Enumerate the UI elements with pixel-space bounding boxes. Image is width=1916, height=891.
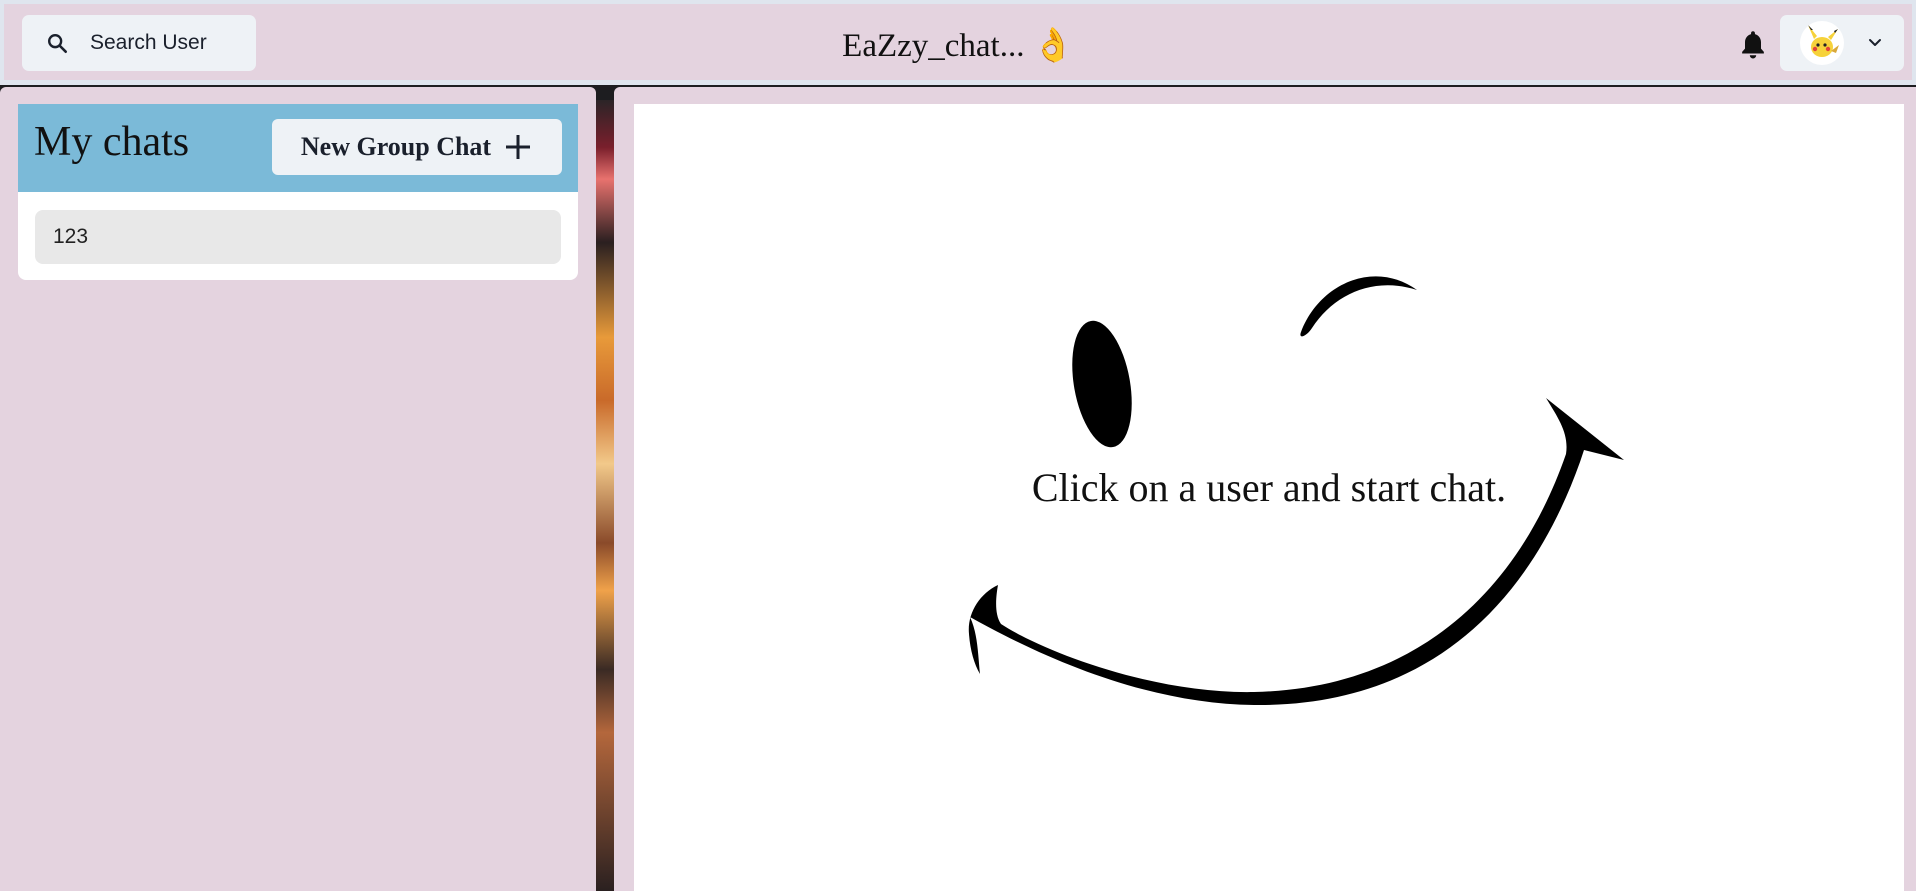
- chat-list: 123: [18, 192, 578, 280]
- empty-chat-message: Click on a user and start chat.: [1031, 465, 1507, 510]
- my-chats-header: My chats New Group Chat: [18, 104, 578, 192]
- my-chats-title: My chats: [34, 119, 190, 165]
- profile-menu-button[interactable]: [1780, 15, 1904, 71]
- my-chats-panel: My chats New Group Chat 123: [0, 87, 596, 891]
- chat-panel: Click on a user and start chat.: [614, 87, 1916, 891]
- chat-name: 123: [53, 225, 89, 248]
- bell-icon[interactable]: [1739, 29, 1767, 61]
- app-title: EaZzy_chat... 👌: [842, 28, 1074, 64]
- new-group-chat-button[interactable]: New Group Chat: [272, 119, 562, 175]
- chat-area: Click on a user and start chat.: [634, 104, 1904, 891]
- top-bar: Search User EaZzy_chat... 👌: [0, 0, 1916, 85]
- chevron-down-icon: [1869, 39, 1881, 46]
- new-group-chat-label: New Group Chat: [300, 132, 492, 161]
- plus-icon: [506, 135, 531, 159]
- avatar: [1800, 21, 1844, 65]
- chat-list-item[interactable]: 123: [35, 210, 561, 264]
